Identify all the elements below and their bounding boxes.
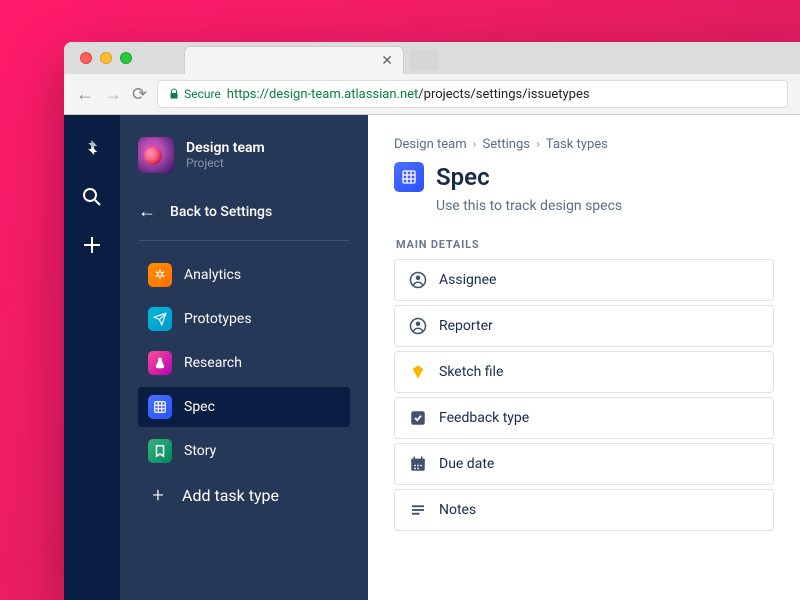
add-task-type[interactable]: + Add task type	[138, 471, 350, 507]
research-icon	[148, 351, 172, 375]
project-avatar	[138, 137, 174, 173]
fields-list: Assignee Reporter Sketch file Feedback t…	[394, 259, 774, 531]
field-label: Assignee	[439, 272, 496, 288]
sidebar-item-spec[interactable]: Spec	[138, 387, 350, 427]
field-feedback-type[interactable]: Feedback type	[394, 397, 774, 439]
sidebar: Design team Project ← Back to Settings ✲…	[120, 115, 368, 600]
nav-reload-icon[interactable]: ⟳	[132, 84, 147, 105]
sketch-icon	[409, 363, 427, 381]
app: Design team Project ← Back to Settings ✲…	[64, 115, 800, 600]
page-header: Spec	[394, 162, 774, 192]
new-tab-button[interactable]	[410, 50, 438, 70]
field-due-date[interactable]: Due date	[394, 443, 774, 485]
plus-icon: +	[148, 483, 168, 507]
window-minimize[interactable]	[100, 52, 112, 64]
search-icon[interactable]	[80, 185, 104, 209]
chevron-right-icon: ›	[473, 137, 477, 152]
project-name: Design team	[186, 140, 265, 156]
url-text: https://design-team.atlassian.net/projec…	[227, 87, 590, 102]
browser-chrome: ✕ ← → ⟳ Secure https://design-team.atlas…	[64, 42, 800, 115]
jira-logo-icon[interactable]	[80, 137, 104, 161]
sidebar-item-research[interactable]: Research	[138, 343, 350, 383]
project-header[interactable]: Design team Project	[138, 137, 350, 173]
sidebar-item-story[interactable]: Story	[138, 431, 350, 471]
nav-forward-icon[interactable]: →	[104, 84, 122, 105]
url-field[interactable]: Secure https://design-team.atlassian.net…	[157, 80, 788, 108]
sidebar-item-label: Analytics	[184, 267, 241, 283]
spec-icon	[394, 162, 424, 192]
tab-bar: ✕	[64, 42, 800, 74]
sidebar-item-label: Prototypes	[184, 311, 252, 327]
field-label: Notes	[439, 502, 476, 518]
page-description: Use this to track design specs	[436, 198, 774, 214]
prototypes-icon	[148, 307, 172, 331]
tab-close-icon[interactable]: ✕	[381, 53, 393, 69]
field-label: Sketch file	[439, 364, 503, 380]
notes-icon	[409, 501, 427, 519]
person-icon	[409, 317, 427, 335]
checkbox-icon	[409, 409, 427, 427]
field-assignee[interactable]: Assignee	[394, 259, 774, 301]
sidebar-item-label: Research	[184, 355, 242, 371]
field-label: Due date	[439, 456, 494, 472]
breadcrumb-item[interactable]: Design team	[394, 137, 467, 152]
window-controls	[74, 42, 144, 64]
sidebar-items: ✲ Analytics Prototypes Research	[138, 255, 350, 471]
breadcrumb-item[interactable]: Settings	[483, 137, 530, 152]
field-label: Feedback type	[439, 410, 529, 426]
back-arrow-icon: ←	[138, 201, 156, 222]
field-notes[interactable]: Notes	[394, 489, 774, 531]
address-bar: ← → ⟳ Secure https://design-team.atlassi…	[64, 74, 800, 114]
window-close[interactable]	[80, 52, 92, 64]
story-icon	[148, 439, 172, 463]
global-rail	[64, 115, 120, 600]
project-subtitle: Project	[186, 156, 265, 170]
browser-window: ✕ ← → ⟳ Secure https://design-team.atlas…	[64, 42, 800, 600]
analytics-icon: ✲	[148, 263, 172, 287]
field-label: Reporter	[439, 318, 493, 334]
nav-back-icon[interactable]: ←	[76, 84, 94, 105]
page-title: Spec	[436, 163, 490, 191]
breadcrumb: Design team › Settings › Task types	[394, 137, 774, 152]
calendar-icon	[409, 455, 427, 473]
field-sketch-file[interactable]: Sketch file	[394, 351, 774, 393]
window-maximize[interactable]	[120, 52, 132, 64]
sidebar-item-analytics[interactable]: ✲ Analytics	[138, 255, 350, 295]
secure-label: Secure	[184, 87, 221, 101]
divider	[138, 240, 350, 241]
back-to-settings[interactable]: ← Back to Settings	[138, 193, 350, 240]
person-icon	[409, 271, 427, 289]
back-label: Back to Settings	[170, 204, 272, 220]
field-reporter[interactable]: Reporter	[394, 305, 774, 347]
add-label: Add task type	[182, 486, 279, 505]
browser-tab[interactable]: ✕	[184, 46, 404, 74]
create-icon[interactable]	[80, 233, 104, 257]
chevron-right-icon: ›	[536, 137, 540, 152]
spec-icon	[148, 395, 172, 419]
lock-icon	[168, 88, 180, 100]
sidebar-item-prototypes[interactable]: Prototypes	[138, 299, 350, 339]
sidebar-item-label: Story	[184, 443, 216, 459]
breadcrumb-item[interactable]: Task types	[546, 137, 608, 152]
main-content: Design team › Settings › Task types Spec…	[368, 115, 800, 600]
secure-badge: Secure	[168, 87, 221, 101]
sidebar-item-label: Spec	[184, 399, 215, 415]
section-label: MAIN DETAILS	[394, 238, 774, 251]
